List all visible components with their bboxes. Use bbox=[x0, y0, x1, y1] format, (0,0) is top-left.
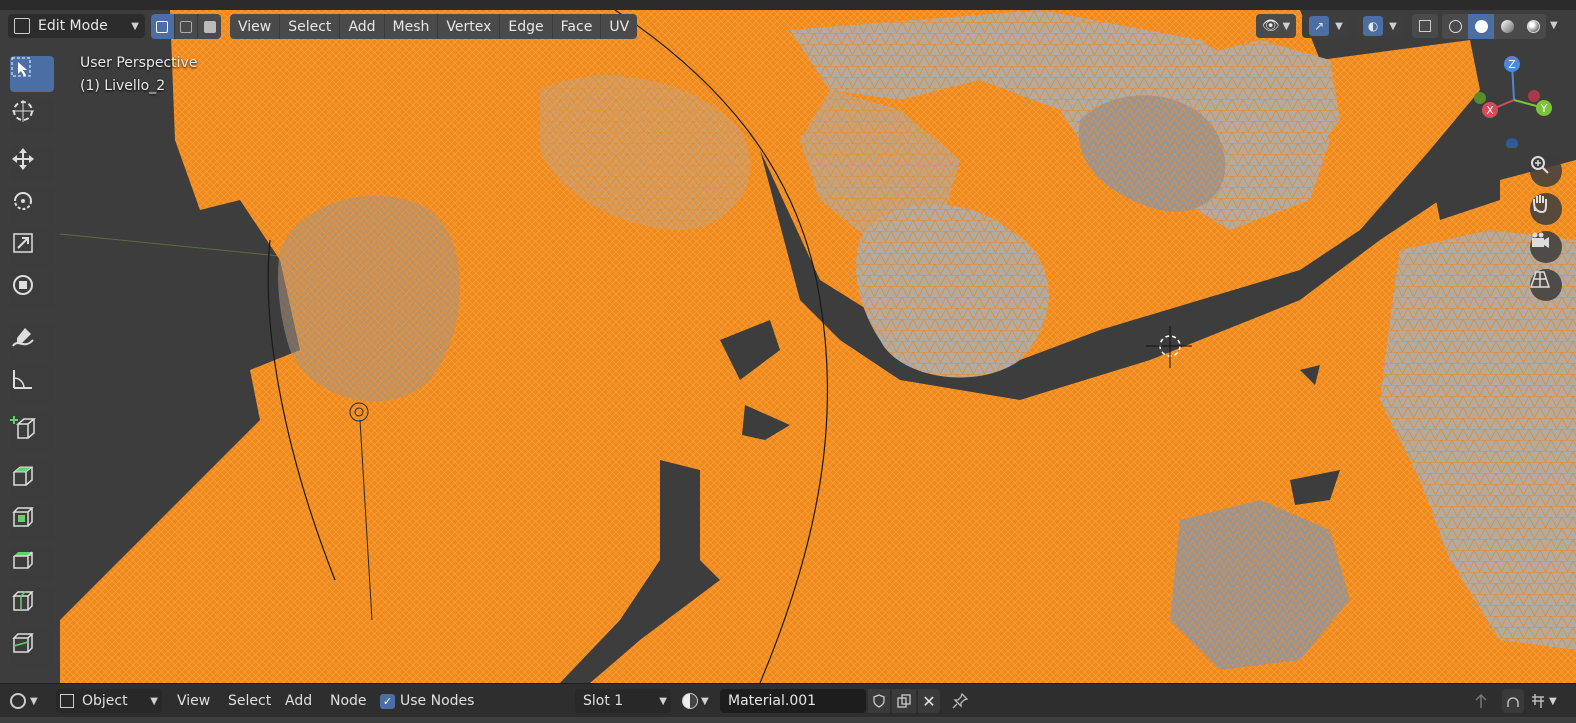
move-icon[interactable] bbox=[10, 146, 54, 182]
3d-viewport[interactable]: Edit Mode ▼ View Select Add Mesh Vertex … bbox=[0, 0, 1576, 683]
snap-toggle-icon[interactable] bbox=[1502, 689, 1524, 713]
pin-icon[interactable] bbox=[952, 684, 968, 718]
rotate-icon[interactable] bbox=[10, 188, 54, 224]
material-sphere-icon bbox=[682, 693, 698, 709]
shader-editor-icon bbox=[10, 693, 26, 709]
menu-face[interactable]: Face bbox=[553, 14, 602, 39]
menu-add-footer[interactable]: Add bbox=[285, 684, 312, 718]
axis-x-label: X bbox=[1486, 104, 1494, 117]
add-cube-icon[interactable] bbox=[10, 414, 54, 450]
chevron-down-icon: ▼ bbox=[1549, 695, 1557, 707]
menu-vertex[interactable]: Vertex bbox=[438, 14, 501, 39]
menu-view[interactable]: View bbox=[230, 14, 281, 39]
editor-type-selector[interactable]: ▼ bbox=[10, 684, 38, 718]
mode-label: Edit Mode bbox=[38, 18, 108, 34]
material-browse-button[interactable]: ▼ bbox=[682, 684, 709, 718]
xray-icon[interactable] bbox=[1412, 14, 1438, 38]
rendered-shading-icon[interactable] bbox=[1520, 14, 1546, 39]
inset-icon[interactable] bbox=[10, 504, 54, 540]
snap-type-dropdown[interactable]: ▼ bbox=[1530, 684, 1557, 718]
material-name-field[interactable]: Material.001 bbox=[720, 689, 866, 713]
view-name: User Perspective bbox=[80, 55, 198, 71]
edge-select-icon[interactable] bbox=[173, 14, 198, 39]
extrude-icon[interactable] bbox=[10, 462, 54, 498]
gizmo-toggle[interactable]: ↗ ▼ bbox=[1302, 14, 1350, 38]
chevron-down-icon: ▼ bbox=[701, 695, 709, 707]
material-name-text: Material.001 bbox=[728, 693, 817, 709]
node-editor-peek bbox=[0, 717, 1576, 723]
fake-user-shield-icon[interactable] bbox=[868, 689, 890, 713]
menu-select[interactable]: Select bbox=[280, 14, 341, 39]
camera-view-icon[interactable] bbox=[1530, 231, 1562, 263]
edit-mode-icon bbox=[14, 18, 30, 34]
transform-icon[interactable] bbox=[10, 272, 54, 308]
axis-z-label: Z bbox=[1508, 58, 1516, 71]
object-label: Object bbox=[82, 693, 128, 709]
visibility-icon[interactable]: 👁 ▼ bbox=[1256, 14, 1296, 38]
top-bar-strip bbox=[0, 0, 1576, 10]
menu-mesh[interactable]: Mesh bbox=[385, 14, 439, 39]
face-select-icon[interactable] bbox=[197, 14, 221, 39]
duplicate-material-icon[interactable] bbox=[892, 689, 916, 713]
slot-label: Slot 1 bbox=[583, 693, 624, 709]
slot-dropdown[interactable]: Slot 1 ▼ bbox=[575, 689, 671, 713]
chevron-down-icon: ▼ bbox=[131, 20, 139, 32]
bevel-icon[interactable] bbox=[10, 546, 54, 582]
perspective-grid-icon[interactable] bbox=[1530, 269, 1562, 301]
wireframe-shading-icon[interactable] bbox=[1442, 14, 1468, 39]
overlay-toggle[interactable]: ◐ ▼ bbox=[1356, 14, 1404, 38]
scale-icon[interactable] bbox=[10, 230, 54, 266]
menu-edge[interactable]: Edge bbox=[500, 14, 553, 39]
use-nodes-label: Use Nodes bbox=[400, 693, 475, 709]
cursor-icon[interactable] bbox=[10, 98, 54, 134]
navigation-gizmo[interactable]: Z X Y bbox=[1474, 52, 1570, 148]
shader-editor-header: ▼ Object ▼ View Select Add Node ✓ Use No… bbox=[0, 683, 1576, 718]
chevron-down-icon: ▼ bbox=[150, 695, 158, 707]
material-shading-icon[interactable] bbox=[1494, 14, 1520, 39]
vertex-select-icon[interactable] bbox=[151, 14, 174, 39]
mode-selector[interactable]: Edit Mode ▼ bbox=[8, 14, 145, 38]
menu-uv[interactable]: UV bbox=[601, 14, 637, 39]
axis-y-label: Y bbox=[1540, 102, 1548, 115]
parent-node-icon[interactable] bbox=[1472, 684, 1490, 718]
object-icon bbox=[60, 694, 74, 708]
zoom-icon[interactable] bbox=[1530, 155, 1562, 187]
knife-icon[interactable] bbox=[10, 630, 54, 666]
shading-chevron-icon[interactable]: ▼ bbox=[1550, 20, 1558, 31]
loop-cut-icon[interactable] bbox=[10, 588, 54, 624]
select-box-icon[interactable] bbox=[10, 56, 54, 92]
use-nodes-toggle[interactable]: ✓ Use Nodes bbox=[380, 684, 474, 718]
menu-add[interactable]: Add bbox=[340, 14, 385, 39]
measure-icon[interactable] bbox=[10, 366, 54, 402]
menu-select-footer[interactable]: Select bbox=[228, 684, 271, 718]
menu-node-footer[interactable]: Node bbox=[330, 684, 367, 718]
chevron-down-icon: ▼ bbox=[30, 695, 38, 707]
header-menu: View Select Add Mesh Vertex Edge Face UV bbox=[230, 14, 638, 39]
mesh-render bbox=[59, 9, 1576, 683]
unlink-material-icon[interactable]: ✕ bbox=[918, 689, 940, 713]
checkbox-icon[interactable]: ✓ bbox=[380, 693, 395, 709]
shading-group bbox=[1442, 14, 1546, 39]
chevron-down-icon: ▼ bbox=[659, 695, 667, 707]
overlay-icon: ◐ bbox=[1363, 16, 1384, 36]
pan-hand-icon[interactable] bbox=[1530, 193, 1562, 225]
gizmo-icon: ↗ bbox=[1309, 16, 1330, 36]
annotate-icon[interactable] bbox=[10, 324, 54, 360]
solid-shading-icon[interactable] bbox=[1468, 14, 1494, 39]
select-mode-group bbox=[151, 14, 221, 39]
object-info: (1) Livello_2 bbox=[80, 78, 166, 94]
object-type-dropdown[interactable]: Object ▼ bbox=[56, 689, 162, 713]
menu-view-footer[interactable]: View bbox=[177, 684, 210, 718]
